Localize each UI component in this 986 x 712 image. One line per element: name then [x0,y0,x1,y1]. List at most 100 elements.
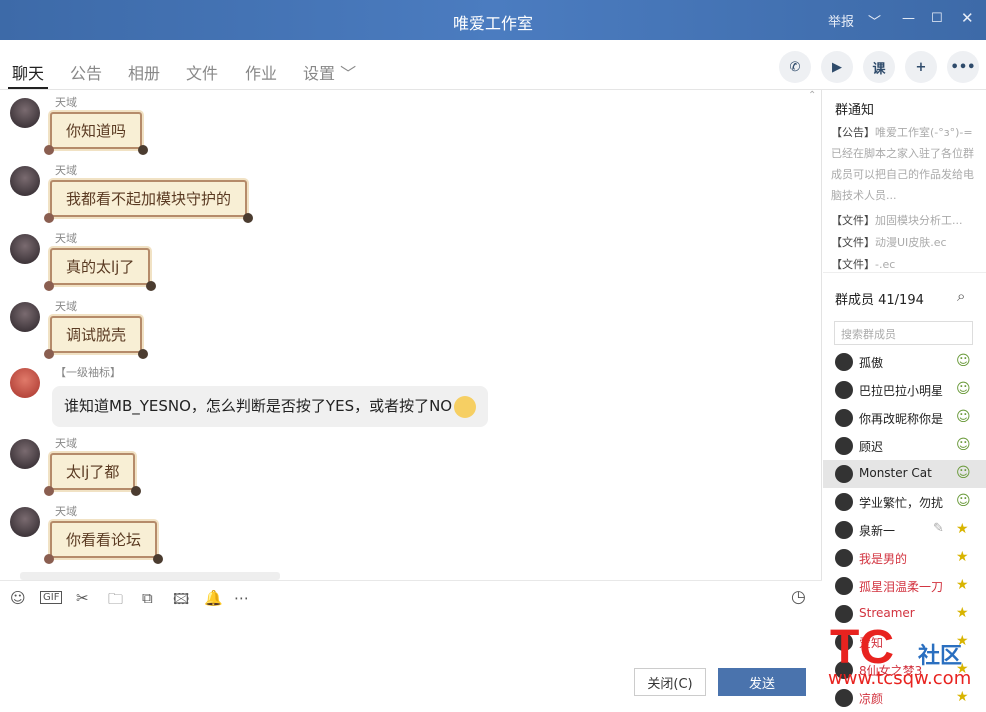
member-name: 巴拉巴拉小明星 [859,384,944,398]
member-item[interactable]: 爱知 ★ [823,628,986,656]
sender-name[interactable]: 天域 [55,503,77,519]
more-icon[interactable]: ⋯ [234,589,249,607]
sender-name[interactable]: 天域 [55,162,77,178]
message-input[interactable]: 关闭(C) 发送 [0,614,822,708]
title-bar: 唯爱工作室 举报 ﹀ — ☐ ✕ [0,0,986,40]
avatar [835,521,853,539]
group-sidebar: 群通知 【公告】唯爱工作室(-°з°)-=已经在脚本之家入驻了各位群成员可以把自… [823,90,986,708]
send-button[interactable]: 发送 [718,668,806,696]
avatar[interactable] [10,439,40,469]
avatar [835,465,853,483]
avatar[interactable] [10,507,40,537]
notice-text: -.ec [875,258,896,271]
tab-0[interactable]: 聊天 [7,60,49,89]
chevron-down-icon[interactable]: ﹀ [868,11,881,30]
member-name: 凉颜 [859,692,884,706]
search-icon[interactable]: ⌕ [957,287,965,305]
admin-star-icon: ★ [956,549,969,565]
avatar[interactable] [10,98,40,128]
message-text: 我都看不起加模块守护的 [66,190,232,208]
tab-3[interactable]: 文件 [186,60,218,84]
phone-icon[interactable]: ✆ [779,51,811,83]
sender-name[interactable]: 天域 [55,230,77,246]
member-item[interactable]: Streamer ★ [823,600,986,628]
notice-item[interactable]: 【文件】-.ec [831,256,981,272]
message-text: 太lj了都 [66,463,120,481]
member-name: 你再改昵称你是 [859,412,944,426]
notice-item[interactable]: 【公告】唯爱工作室(-°з°)-=已经在脚本之家入驻了各位群成员可以把自己的作品… [831,122,981,206]
member-item[interactable]: 你再改昵称你是 ☺ [823,404,986,432]
sender-name[interactable]: 天域 [55,298,77,314]
avatar [835,409,853,427]
message-text: 谁知道MB_YESNO，怎么判断是否按了YES，或者按了NO [64,397,453,415]
minimize-button[interactable]: — [902,11,915,26]
member-name: 顾迟 [859,440,884,454]
video-icon[interactable]: ▶ [821,51,853,83]
report-button[interactable]: 举报 [828,11,854,30]
member-icon: ☺ [956,409,971,425]
admin-star-icon: ★ [956,605,969,621]
avatar [835,437,853,455]
member-item[interactable]: 8仙女之梦3 ★ [823,656,986,684]
avatar [835,633,853,651]
avatar[interactable] [10,368,40,398]
member-item[interactable]: 学业繁忙，勿扰 ☺ [823,488,986,516]
member-item[interactable]: 顾迟 ☺ [823,432,986,460]
message-bubble: 你知道吗 [43,112,149,155]
emoji-icon[interactable]: ☺ [10,589,26,607]
history-icon[interactable]: ◷ [791,587,806,607]
notice-text: 加固模块分析工... [875,214,963,227]
admin-star-icon: ★ [956,689,969,705]
member-item[interactable]: 孤星泪温柔一刀 ★ [823,572,986,600]
scroll-up-icon[interactable]: ⌃ [808,90,816,101]
member-item[interactable]: 我是男的 ★ [823,544,986,572]
message-bubble: 真的太lj了 [43,248,157,291]
image-icon[interactable]: 🖾 [173,589,189,614]
member-item[interactable]: Monster Cat ☺ [823,460,986,488]
notice-text: 动漫UI皮肤.ec [875,236,947,249]
input-toolbar: ◷ ☺ GIF ✂ 🗀 ⧉ 🖾 🔔 ⋯ [0,580,822,614]
avatar[interactable] [10,302,40,332]
close-button[interactable]: ✕ [961,9,974,27]
bell-icon[interactable]: 🔔 [204,589,223,607]
message-bubble: 太lj了都 [43,453,142,496]
maximize-button[interactable]: ☐ [931,11,943,26]
member-name: 孤傲 [859,356,884,370]
notice-item[interactable]: 【文件】动漫UI皮肤.ec [831,234,981,250]
course-icon[interactable]: 课 [863,51,895,83]
close-chat-button[interactable]: 关闭(C) [634,668,706,696]
member-item[interactable]: 巴拉巴拉小明星 ☺ [823,376,986,404]
tab-2[interactable]: 相册 [128,60,160,84]
avatar [835,549,853,567]
sender-name[interactable]: 【一级袖标】 [55,364,121,380]
message-bubble: 你看看论坛 [43,521,164,564]
avatar [835,493,853,511]
member-item[interactable]: 泉新一 ✎ ★ [823,516,986,544]
more-icon[interactable]: ••• [947,51,979,83]
sender-name[interactable]: 天域 [55,94,77,110]
edit-icon[interactable]: ✎ [933,521,944,536]
message-bubble: 我都看不起加模块守护的 [43,180,254,223]
notice-item[interactable]: 【文件】加固模块分析工... [831,212,981,228]
image-edit-icon[interactable]: ⧉ [142,589,153,607]
folder-icon[interactable]: 🗀 [108,589,123,614]
add-chat-icon[interactable]: + [905,51,937,83]
member-icon: ☺ [956,381,971,397]
tab-5[interactable]: 设置 ﹀ [303,60,356,84]
member-name: 爱知 [859,636,884,650]
message-text: 调试脱壳 [66,326,127,344]
members-title: 群成员 41/194 [835,293,924,308]
avatar[interactable] [10,234,40,264]
tab-4[interactable]: 作业 [245,60,277,84]
avatar[interactable] [10,166,40,196]
tab-bar: 聊天 公告 相册 文件 作业 设置 ﹀ ✆ ▶ 课 + ••• [0,40,986,90]
member-item[interactable]: 孤傲 ☺ [823,348,986,376]
gif-icon[interactable]: GIF [40,591,63,604]
notice-tag: 【文件】 [831,258,875,271]
message-text: 你知道吗 [66,122,127,140]
sender-name[interactable]: 天域 [55,435,77,451]
member-search-input[interactable]: 搜索群成员 [834,321,973,345]
scissors-icon[interactable]: ✂ [76,589,89,607]
tab-1[interactable]: 公告 [70,60,102,84]
emoji-icon [454,395,477,418]
